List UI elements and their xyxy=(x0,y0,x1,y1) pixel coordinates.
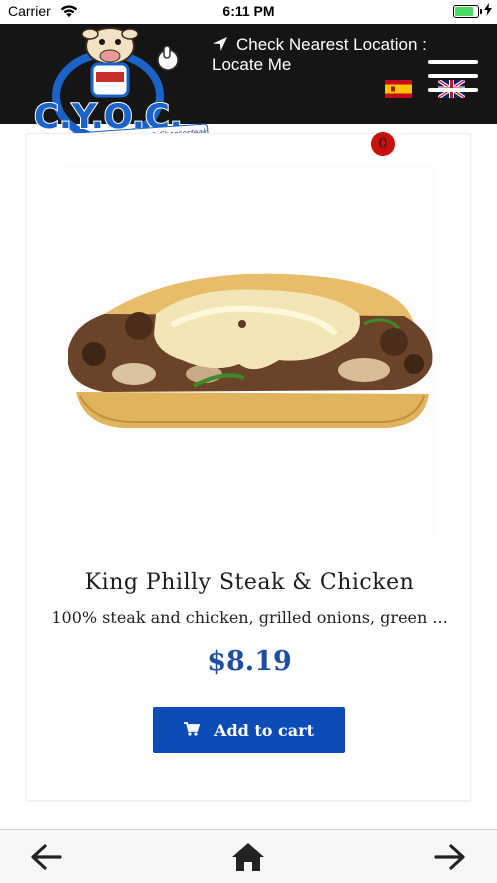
locate-line-1: Check Nearest Location : xyxy=(236,35,427,54)
cart-count-badge[interactable]: 0 xyxy=(371,132,395,156)
battery-icon xyxy=(453,5,482,18)
status-bar: Carrier 6:11 PM xyxy=(0,0,497,24)
add-to-cart-label: Add to cart xyxy=(214,720,314,740)
product-card: King Philly Steak & Chicken 100% steak a… xyxy=(26,133,471,801)
product-price: $8.19 xyxy=(207,646,292,677)
locate-me-link[interactable]: Check Nearest Location : Locate Me xyxy=(212,36,442,74)
arrow-left-icon[interactable] xyxy=(28,840,64,874)
hamburger-icon[interactable] xyxy=(428,60,478,92)
bottom-toolbar xyxy=(0,829,497,883)
product-name[interactable]: King Philly Steak & Chicken xyxy=(27,570,472,595)
app-header: C.Y.O.C. Create Your Own Cheesecake & Ch… xyxy=(0,24,497,149)
product-image[interactable] xyxy=(64,164,436,542)
spanish-flag-icon[interactable] xyxy=(385,80,412,98)
location-arrow-icon xyxy=(212,36,228,56)
brand-logo[interactable]: C.Y.O.C. Create Your Own Cheesecake & Ch… xyxy=(30,24,210,149)
clock: 6:11 PM xyxy=(222,3,275,19)
add-to-cart-button[interactable]: Add to cart xyxy=(153,707,345,753)
home-icon[interactable] xyxy=(230,840,266,874)
shopping-cart-icon xyxy=(184,721,201,740)
arrow-right-icon[interactable] xyxy=(432,840,468,874)
locate-line-2: Locate Me xyxy=(212,55,292,74)
product-description: 100% steak and chicken, grilled onions, … xyxy=(51,608,448,627)
charging-icon xyxy=(484,3,492,19)
